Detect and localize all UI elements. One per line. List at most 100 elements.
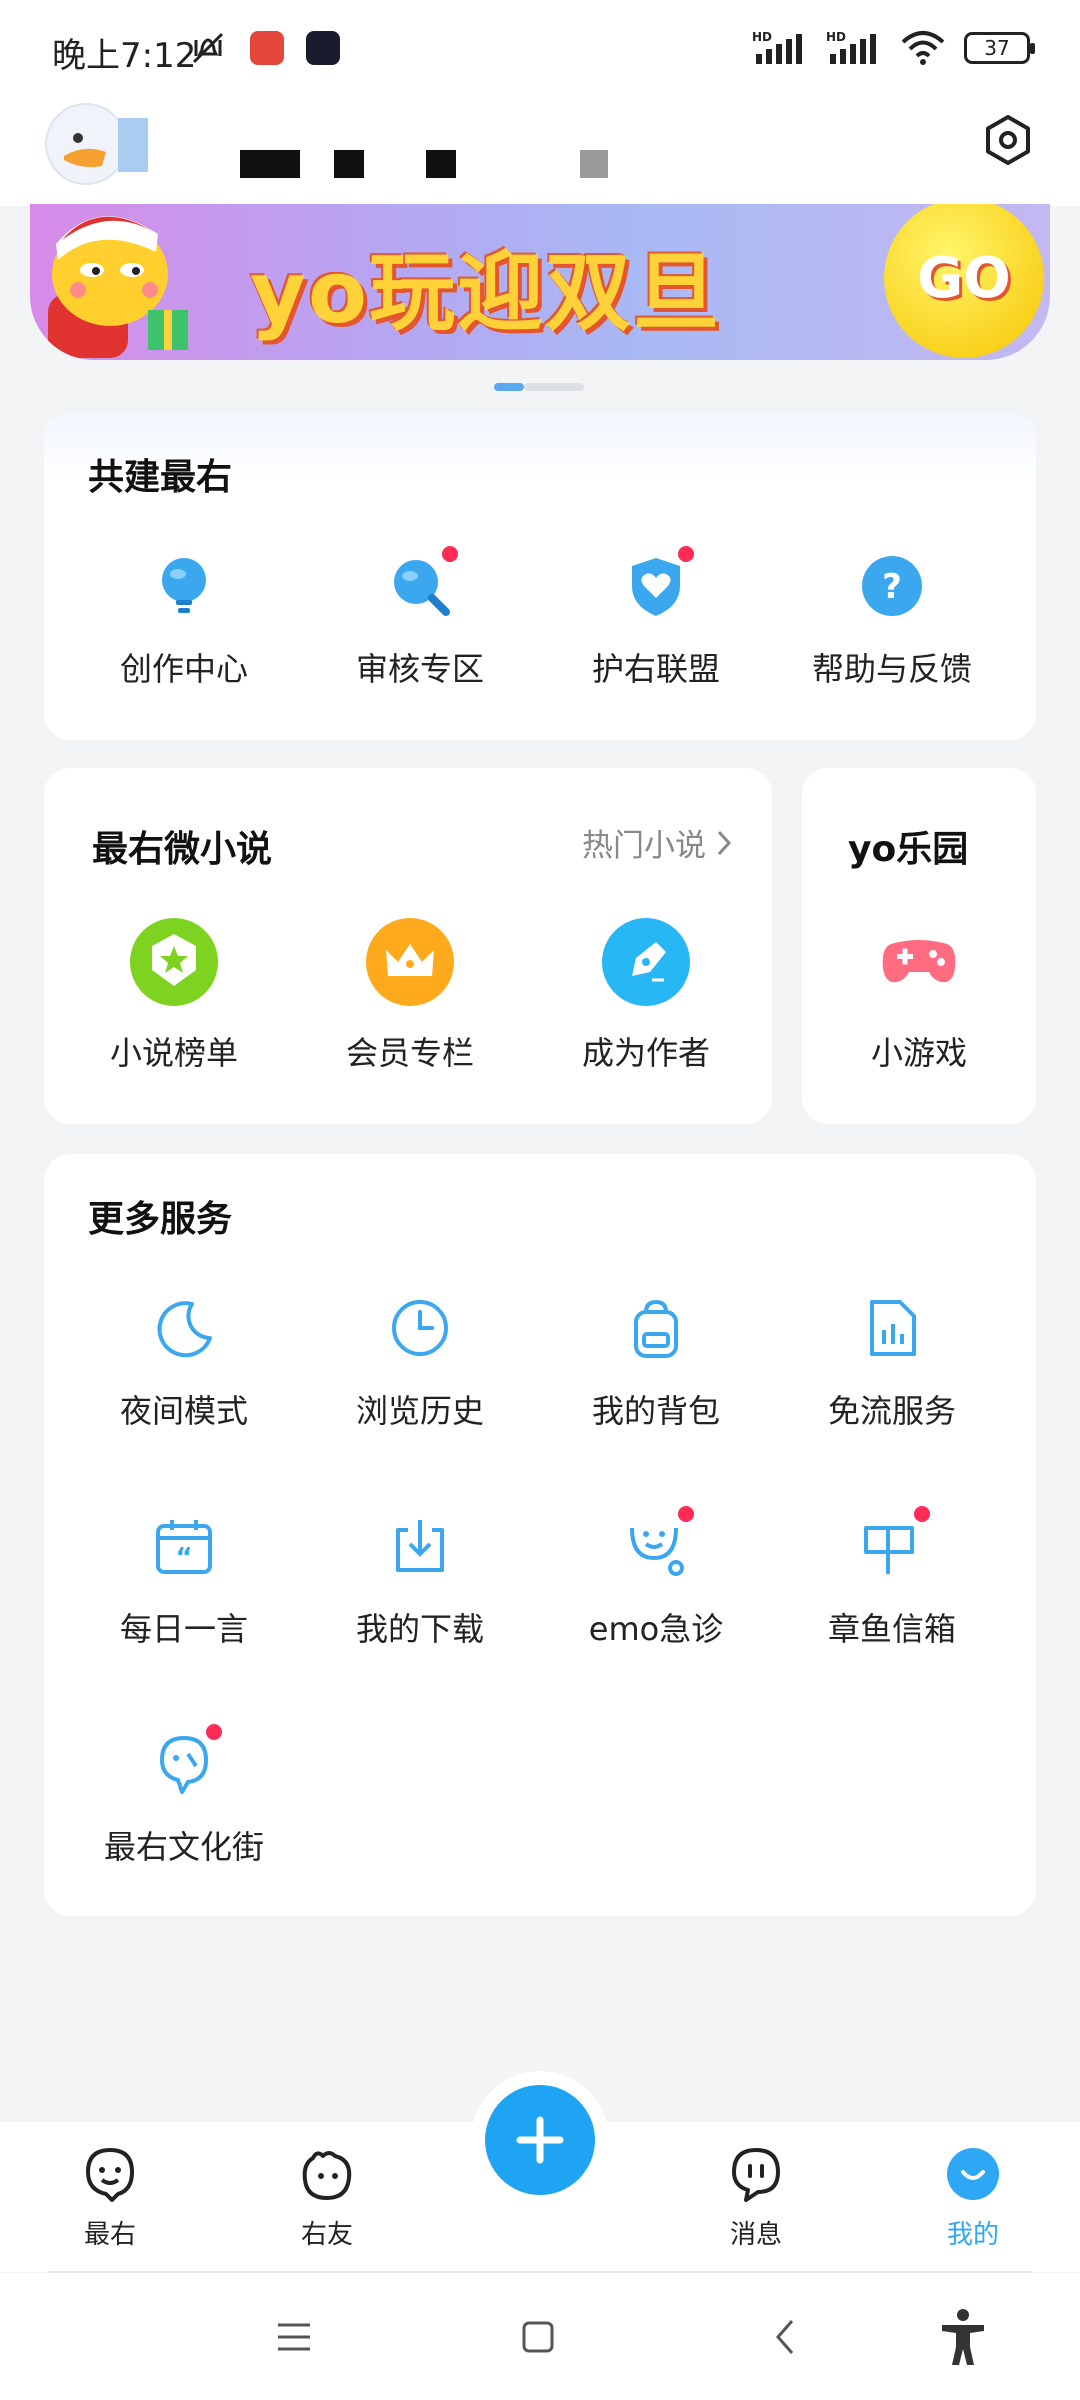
username-redacted [240,150,608,178]
promo-banner[interactable]: yo玩迎双旦 GO [30,204,1050,360]
status-system-icons: HD HD 37 [752,30,1035,66]
grid-item-daily-quote[interactable]: “ 每日一言 [66,1514,302,1650]
grid-item-label: 小游戏 [870,1034,967,1072]
grid-item-label: 成为作者 [581,1034,710,1072]
grid-item-octopus-mailbox[interactable]: 章鱼信箱 [774,1506,1010,1650]
red-dot-badge [678,1506,694,1522]
nav-tab-me[interactable]: 我的 [903,2146,1043,2251]
grid-item-night-mode[interactable]: 夜间模式 [66,1296,302,1432]
red-dot-badge [914,1506,930,1522]
menu-icon[interactable] [272,2315,316,2359]
clock-icon [392,1300,448,1356]
nav-label: 我的 [946,2220,999,2250]
data-file-icon [870,1300,916,1356]
grid-item-my-backpack[interactable]: 我的背包 [538,1296,774,1432]
zuiyou-face-icon [86,2148,134,2202]
stethoscope-icon [630,1506,694,1576]
banner-go-button[interactable]: GO [884,204,1044,358]
grid-item-creation-center[interactable]: 创作中心 [66,554,302,690]
culture-street-icon [160,1724,222,1794]
me-smile-icon [947,2148,999,2200]
grid-item-label: 会员专栏 [345,1034,474,1072]
grid-item-label: 审核专区 [355,650,484,688]
grid-item-label: 最右文化街 [103,1828,264,1866]
plus-icon [516,2116,564,2164]
park-card: yo乐园 小游戏 [802,768,1036,1124]
grid-item-label: 我的下载 [355,1610,484,1648]
avatar[interactable] [44,100,152,186]
grid-item-mini-games[interactable]: 小游戏 [802,918,1036,1074]
grid-item-label: 每日一言 [119,1610,248,1648]
status-bar: 晚上7:12 HD HD 37 [0,0,1080,100]
battery-indicator: 37 [964,32,1035,64]
crown-icon [366,918,454,1006]
grid-item-help-feedback[interactable]: ? 帮助与反馈 [774,554,1010,690]
friend-blob-icon [302,2151,352,2200]
hot-novels-label: 热门小说 [582,828,706,864]
novel-card-title: 最右微小说 [92,829,273,870]
grid-item-label: 我的背包 [591,1392,720,1430]
nav-label: 右友 [300,2220,353,2250]
lightbulb-icon [162,558,206,613]
gamepad-icon [882,940,956,983]
grid-item-label: 浏览历史 [355,1392,484,1430]
grid-item-label: 小说榜单 [109,1034,238,1072]
build-card: 共建最右 创作中心 审核专区 护右联盟 ? 帮助与反馈 [44,412,1036,740]
red-dot-badge [206,1724,222,1740]
nav-label: 消息 [729,2220,782,2250]
nav-tab-zuiyou[interactable]: 最右 [40,2146,180,2251]
grid-item-label: emo急诊 [588,1610,724,1648]
signal-hd-label-2: HD [826,30,846,44]
status-time: 晚上7:12 [52,36,197,76]
grid-item-review-zone[interactable]: 审核专区 [302,546,538,690]
nav-tab-friends[interactable]: 右友 [257,2146,397,2251]
banner-title: yo玩迎双旦 [250,243,722,343]
nav-tab-messages[interactable]: 消息 [686,2146,826,2251]
backpack-icon [634,1299,678,1358]
grid-item-emo-clinic[interactable]: emo急诊 [538,1506,774,1650]
grid-item-my-downloads[interactable]: 我的下载 [302,1514,538,1650]
settings-hexagon-icon[interactable] [982,114,1034,166]
help-icon: ? [862,556,922,616]
build-card-title: 共建最右 [88,457,233,498]
game-app-icon [306,31,340,65]
grid-item-label: 夜间模式 [119,1392,248,1430]
back-icon[interactable] [764,2315,808,2359]
banner-dot-active [494,383,524,391]
grid-item-free-data[interactable]: 免流服务 [774,1296,1010,1432]
hot-novels-link[interactable]: 热门小说 [582,820,732,865]
system-nav-bar [0,2273,1080,2400]
pen-icon [602,918,690,1006]
grid-item-label: 帮助与反馈 [811,650,972,688]
message-bubble-icon [732,2148,780,2202]
home-icon[interactable] [516,2315,560,2359]
red-dot-badge [442,546,458,562]
accessibility-icon[interactable] [938,2307,988,2367]
svg-text:“: “ [175,1543,192,1573]
more-card-title: 更多服务 [88,1199,233,1240]
mute-vibrate-icon [192,32,224,64]
ranking-badge-icon [130,918,218,1006]
shield-heart-icon [632,546,694,616]
nav-label: 最右 [83,2220,136,2250]
signal-icon-2: HD [826,30,876,64]
grid-item-browse-history[interactable]: 浏览历史 [302,1296,538,1432]
grid-item-vip-column[interactable]: 会员专栏 [292,918,528,1074]
more-services-card: 更多服务 夜间模式 浏览历史 我的背包 免流服务 “ 每日一言 我的下载 emo… [44,1154,1036,1916]
download-icon [396,1520,444,1572]
grid-item-guard-alliance[interactable]: 护右联盟 [538,546,774,690]
novel-card: 最右微小说 热门小说 小说榜单 会员专栏 成为作者 [44,768,772,1124]
banner-dot [524,383,584,391]
grid-item-become-author[interactable]: 成为作者 [528,918,764,1074]
grid-item-culture-street[interactable]: 最右文化街 [66,1724,302,1868]
mascot-image [48,216,188,358]
grid-item-label: 创作中心 [119,650,248,688]
chevron-right-icon [717,830,732,855]
battery-level: 37 [984,36,1010,60]
mailbox-icon [864,1506,930,1574]
create-post-button[interactable] [485,2085,595,2195]
svg-text:?: ? [882,567,902,607]
wifi-icon [901,31,945,65]
grid-item-novel-ranking[interactable]: 小说榜单 [56,918,292,1074]
grid-item-label: 免流服务 [827,1392,956,1430]
